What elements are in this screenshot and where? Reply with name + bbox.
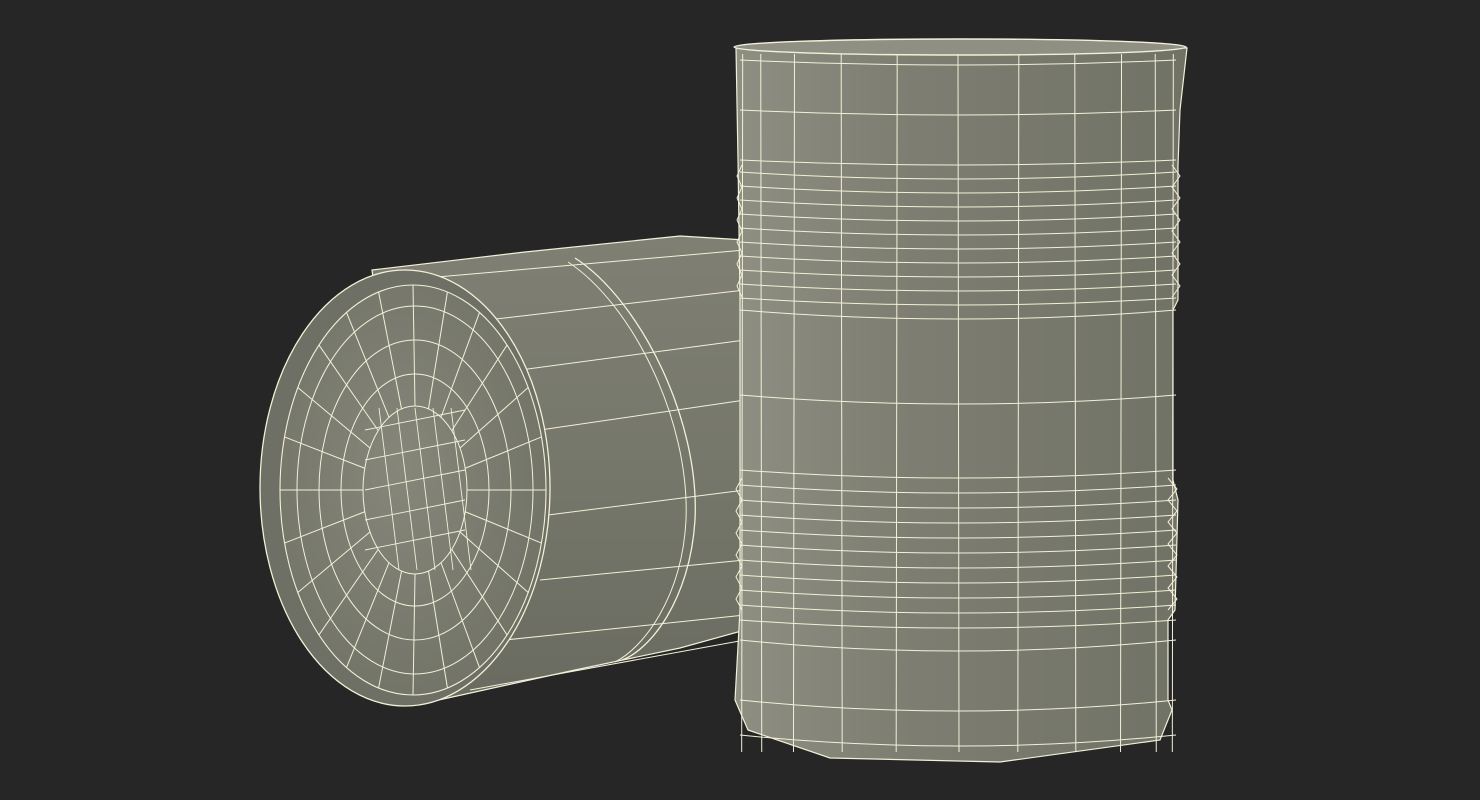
wireframe-scene xyxy=(259,38,1188,763)
standing-barrel-body xyxy=(734,47,1188,763)
lying-barrel xyxy=(259,235,746,707)
render-viewport xyxy=(0,0,1480,800)
standing-barrel xyxy=(733,38,1188,763)
lying-barrel-end-cap xyxy=(259,269,551,707)
standing-barrel-top-rim xyxy=(733,38,1187,56)
